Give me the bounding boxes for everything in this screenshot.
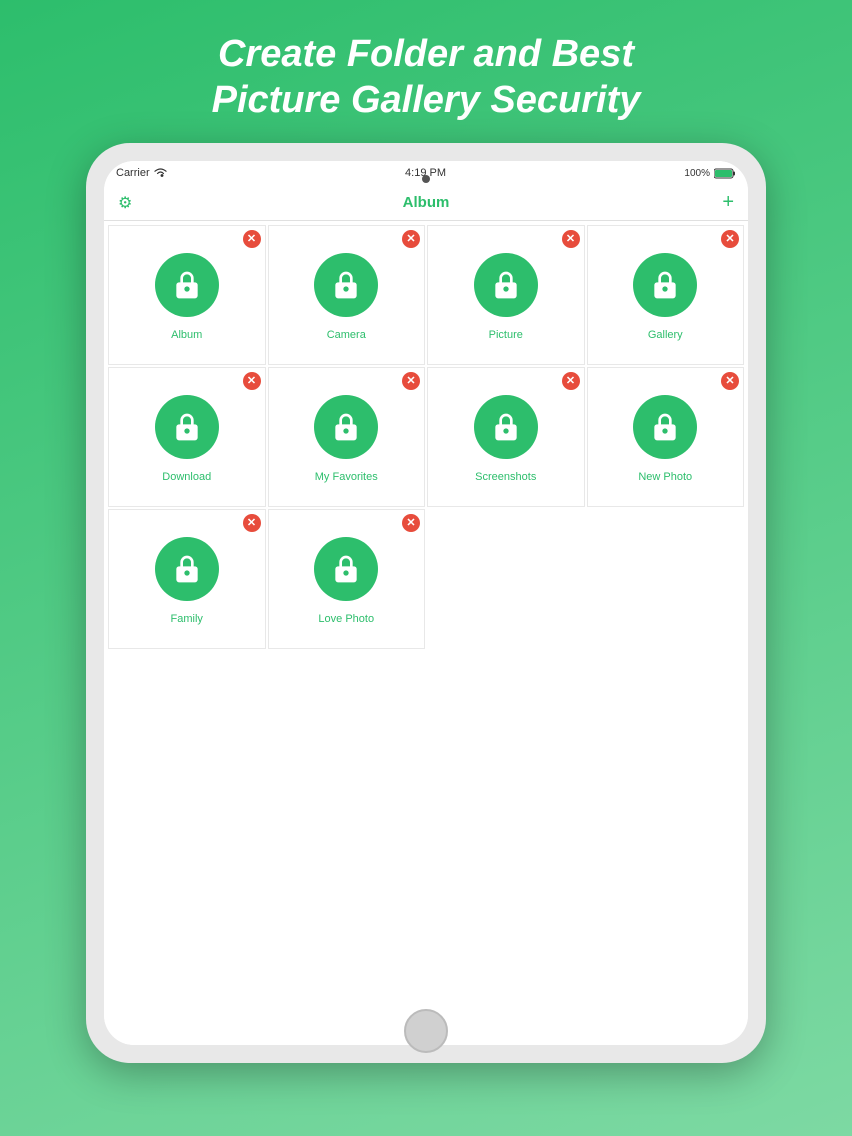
delete-button[interactable]: ✕	[243, 230, 261, 248]
folder-item[interactable]: ✕ Camera	[268, 225, 426, 365]
folder-item[interactable]: ✕ Love Photo	[268, 509, 426, 649]
delete-button[interactable]: ✕	[243, 372, 261, 390]
lock-circle	[155, 537, 219, 601]
lock-circle	[633, 395, 697, 459]
lock-circle	[314, 253, 378, 317]
folder-label: Camera	[327, 329, 366, 341]
lock-circle	[155, 253, 219, 317]
nav-title: Album	[403, 194, 450, 211]
camera-dot	[422, 175, 430, 183]
folder-item[interactable]: ✕ Screenshots	[427, 367, 585, 507]
tablet-device: Carrier 4:19 PM 100%	[86, 143, 766, 1063]
folder-item[interactable]: ✕ Family	[108, 509, 266, 649]
delete-button[interactable]: ✕	[721, 230, 739, 248]
lock-circle	[314, 537, 378, 601]
folder-item[interactable]: ✕ Album	[108, 225, 266, 365]
nav-bar: ⚙ Album +	[104, 185, 748, 221]
delete-button[interactable]: ✕	[402, 514, 420, 532]
delete-button[interactable]: ✕	[721, 372, 739, 390]
delete-button[interactable]: ✕	[562, 230, 580, 248]
folder-label: Download	[162, 471, 211, 483]
add-button[interactable]: +	[722, 191, 734, 214]
folder-item[interactable]: ✕ Gallery	[587, 225, 745, 365]
folder-item[interactable]: ✕ Picture	[427, 225, 585, 365]
home-button[interactable]	[404, 1009, 448, 1053]
folder-label: Love Photo	[318, 613, 374, 625]
folder-label: Gallery	[648, 329, 683, 341]
folder-item[interactable]: ✕ My Favorites	[268, 367, 426, 507]
tablet-screen: Carrier 4:19 PM 100%	[104, 161, 748, 1045]
folder-label: Album	[171, 329, 202, 341]
delete-button[interactable]: ✕	[562, 372, 580, 390]
lock-circle	[474, 253, 538, 317]
delete-button[interactable]: ✕	[243, 514, 261, 532]
folder-grid: ✕ Album✕ Camera✕ Picture✕ Gallery✕ Downl…	[108, 225, 744, 649]
headline: Create Folder and Best Picture Gallery S…	[152, 0, 701, 143]
delete-button[interactable]: ✕	[402, 372, 420, 390]
folder-label: My Favorites	[315, 471, 378, 483]
folder-label: Screenshots	[475, 471, 536, 483]
status-battery: 100%	[684, 168, 736, 179]
lock-circle	[155, 395, 219, 459]
lock-circle	[633, 253, 697, 317]
folder-label: New Photo	[638, 471, 692, 483]
folder-label: Picture	[489, 329, 523, 341]
lock-circle	[474, 395, 538, 459]
lock-circle	[314, 395, 378, 459]
folder-label: Family	[171, 613, 203, 625]
nav-bar-inner: ⚙ Album +	[118, 191, 734, 214]
delete-button[interactable]: ✕	[402, 230, 420, 248]
gear-icon[interactable]: ⚙	[118, 193, 132, 213]
tablet-frame: Carrier 4:19 PM 100%	[86, 143, 766, 1063]
folder-item[interactable]: ✕ Download	[108, 367, 266, 507]
wifi-icon	[154, 168, 167, 178]
folder-item[interactable]: ✕ New Photo	[587, 367, 745, 507]
grid-area[interactable]: ✕ Album✕ Camera✕ Picture✕ Gallery✕ Downl…	[104, 221, 748, 1045]
status-carrier: Carrier	[116, 167, 167, 179]
battery-icon	[714, 168, 736, 179]
